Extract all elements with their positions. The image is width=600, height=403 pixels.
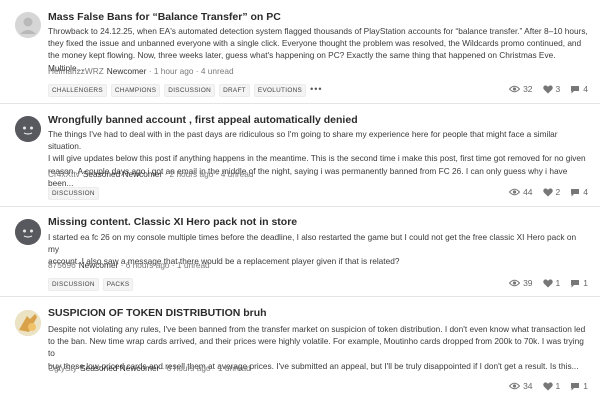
replies-stat: 4 [570, 187, 588, 197]
replies-count: 1 [583, 278, 588, 288]
topic-time-unread: · 1 hour ago · 4 unread [148, 66, 234, 76]
likes-stat: 2 [542, 187, 561, 197]
author-name[interactable]: HelmanzzWRZ [48, 66, 104, 76]
excerpt-line: Throwback to 24.12.25, when EA's automat… [48, 26, 588, 36]
views-count: 32 [523, 84, 533, 94]
topic-item[interactable]: Mass False Bans for “Balance Transfer” o… [0, 0, 600, 104]
views-count: 34 [523, 381, 533, 391]
views-stat: 39 [509, 278, 533, 288]
likes-stat: 3 [542, 84, 561, 94]
tag-discussion[interactable]: DISCUSSION [48, 187, 99, 200]
heart-icon [542, 381, 553, 390]
eye-icon [509, 85, 521, 93]
views-count: 39 [523, 278, 533, 288]
avatar[interactable] [15, 12, 41, 38]
topic-title[interactable]: Wrongfully banned account , first appeal… [48, 114, 358, 126]
author-rank: Newcomer [106, 66, 147, 76]
replies-count: 4 [583, 84, 588, 94]
author-name[interactable]: CgtySty [48, 363, 77, 373]
heart-icon [542, 278, 553, 287]
views-stat: 32 [509, 84, 533, 94]
eye-icon [509, 382, 521, 390]
topic-meta: CgtySty Seasoned Newcomer · 6 hours ago ·… [48, 363, 251, 373]
replies-stat: 4 [570, 84, 588, 94]
author-rank: Seasoned Newcomer [80, 363, 160, 373]
speech-bubble-icon [571, 279, 580, 287]
replies-count: 1 [583, 381, 588, 391]
topic-stats: 34 1 1 [509, 381, 588, 391]
speech-bubble-icon [571, 382, 580, 390]
likes-count: 1 [555, 278, 561, 288]
excerpt-line: The things I've had to deal with in the … [48, 129, 558, 152]
views-stat: 44 [509, 187, 533, 197]
eye-icon [509, 188, 521, 196]
topic-meta: Cr4xXttv Seasoned Newcomer · 2 hours ago … [48, 169, 253, 179]
replies-count: 4 [583, 187, 588, 197]
likes-count: 3 [555, 84, 561, 94]
tag-evolutions[interactable]: EVOLUTIONS [253, 84, 307, 97]
likes-stat: 1 [542, 381, 561, 391]
avatar[interactable] [15, 310, 41, 336]
speech-bubble-icon [571, 188, 580, 196]
topic-time-unread: · 6 hours ago · 1 unread [161, 363, 251, 373]
avatar[interactable] [15, 219, 41, 245]
views-stat: 34 [509, 381, 533, 391]
likes-count: 1 [555, 381, 561, 391]
topic-title[interactable]: SUSPICION OF TOKEN DISTRIBUTION bruh [48, 307, 267, 319]
topic-item[interactable]: SUSPICION OF TOKEN DISTRIBUTION bruh Des… [0, 297, 600, 403]
topic-excerpt: The things I've had to deal with in the … [48, 128, 588, 189]
topic-item[interactable]: Missing content. Classic XI Hero pack no… [0, 207, 600, 297]
tag-packs[interactable]: PACKS [102, 278, 134, 291]
tag-draft[interactable]: DRAFT [219, 84, 250, 97]
tag-list: DISCUSSION [48, 187, 99, 200]
speech-bubble-icon [571, 85, 580, 93]
excerpt-line: to the ban. New time wrap cards arrived,… [48, 336, 584, 359]
more-tags-icon[interactable]: ••• [310, 84, 322, 97]
replies-stat: 1 [570, 381, 588, 391]
topic-stats: 32 3 4 [509, 84, 588, 94]
excerpt-line: I will give updates below this post if a… [48, 153, 586, 164]
topic-title[interactable]: Missing content. Classic XI Hero pack no… [48, 216, 297, 228]
excerpt-line: Despite not violating any rules, I've be… [48, 324, 586, 334]
excerpt-line: I started ea fc 26 on my console multipl… [48, 232, 577, 255]
topic-stats: 44 2 4 [509, 187, 588, 197]
author-rank: Newcomer [78, 260, 119, 270]
likes-count: 2 [555, 187, 561, 197]
topic-time-unread: · 6 hours ago · 1 unread [120, 260, 210, 270]
topic-stats: 39 1 1 [509, 278, 588, 288]
avatar[interactable] [15, 116, 41, 142]
likes-stat: 1 [542, 278, 561, 288]
topic-meta: HelmanzzWRZ Newcomer · 1 hour ago · 4 unr… [48, 66, 234, 76]
views-count: 44 [523, 187, 533, 197]
topic-item[interactable]: Wrongfully banned account , first appeal… [0, 104, 600, 207]
eye-icon [509, 279, 521, 287]
tag-list: CHALLENGERS CHAMPIONS DISCUSSION DRAFT E… [48, 84, 323, 97]
author-name[interactable]: Cr4xXttv [48, 169, 80, 179]
topic-list: Mass False Bans for “Balance Transfer” o… [0, 0, 600, 403]
heart-icon [542, 187, 553, 196]
tag-discussion[interactable]: DISCUSSION [48, 278, 99, 291]
tag-challengers[interactable]: CHALLENGERS [48, 84, 107, 97]
tag-list: DISCUSSION PACKS [48, 278, 134, 291]
author-name[interactable]: 875696 [48, 260, 76, 270]
topic-title[interactable]: Mass False Bans for “Balance Transfer” o… [48, 11, 281, 23]
tag-champions[interactable]: CHAMPIONS [110, 84, 161, 97]
topic-meta: 875696 Newcomer · 6 hours ago · 1 unread [48, 260, 210, 270]
topic-time-unread: · 2 hours ago · 4 unread [164, 169, 254, 179]
heart-icon [542, 84, 553, 93]
replies-stat: 1 [570, 278, 588, 288]
tag-discussion[interactable]: DISCUSSION [164, 84, 216, 97]
excerpt-line: they fixed the issue and unbanned everyo… [48, 38, 582, 49]
author-rank: Seasoned Newcomer [82, 169, 163, 179]
